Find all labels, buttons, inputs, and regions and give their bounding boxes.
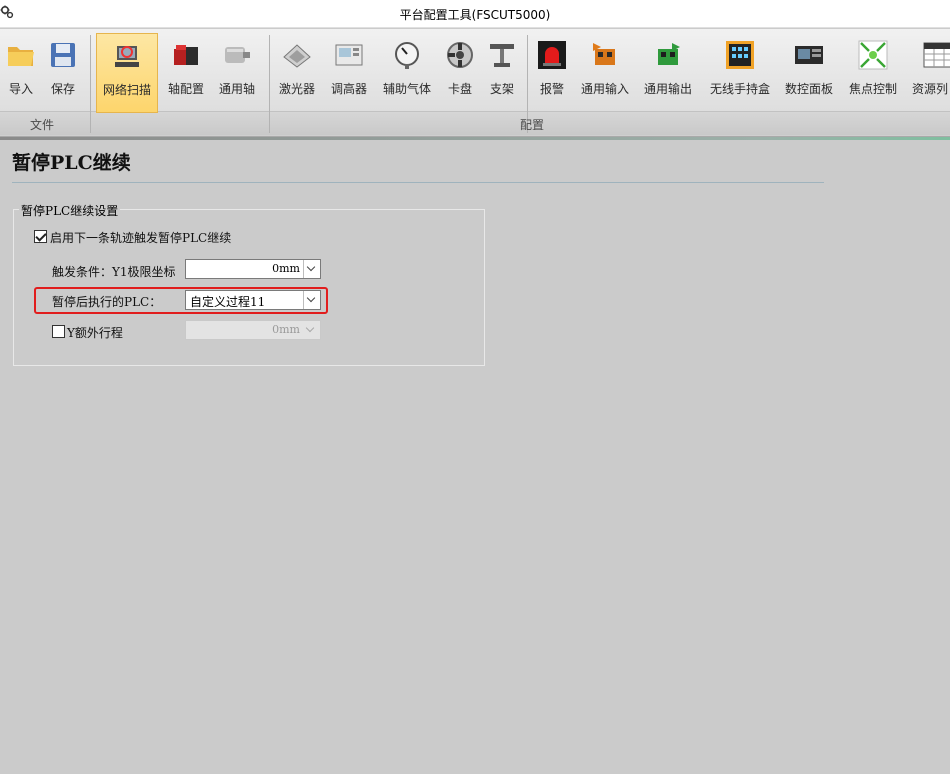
general-axis-button[interactable]: 通用轴 (215, 33, 259, 113)
trigger-condition-label: 触发条件：Y1极限坐标 (52, 265, 176, 279)
trigger-coordinate-value: 0mm (272, 262, 300, 275)
height-controller-icon (333, 39, 365, 71)
chevron-down-icon (303, 321, 320, 339)
enable-pause-continue-checkbox[interactable] (34, 230, 47, 243)
ribbon-group-file-label: 文件 (30, 118, 55, 132)
chuck-button[interactable]: 卡盘 (441, 33, 479, 113)
ribbon-toolbar: 导入 保存 网络扫描 轴配置 通用轴 激光器 调高器 辅助气体 卡盘 支架 报警… (0, 29, 950, 137)
trigger-coordinate-combo[interactable]: 0mm (185, 259, 321, 279)
plc-after-pause-select[interactable]: 自定义过程11 (185, 290, 321, 310)
wireless-handbox-button[interactable]: 无线手持盒 (705, 33, 775, 113)
support-icon (486, 39, 518, 71)
general-output-button[interactable]: 通用输出 (641, 33, 695, 113)
alarm-button[interactable]: 报警 (534, 33, 570, 113)
plc-after-pause-value: 自定义过程11 (190, 295, 266, 309)
group-separator (90, 35, 91, 133)
alarm-light-icon (536, 39, 568, 71)
axis-config-button[interactable]: 轴配置 (163, 33, 209, 113)
plc-after-pause-label: 暂停后执行的PLC： (52, 295, 162, 309)
resource-list-button[interactable]: 资源列 (908, 33, 950, 113)
focus-control-icon (857, 39, 889, 71)
laser-icon (281, 39, 313, 71)
input-terminal-icon (589, 39, 621, 71)
chuck-icon (444, 39, 476, 71)
ribbon-group-config-label: 配置 (520, 118, 545, 132)
focus-control-button[interactable]: 焦点控制 (845, 33, 901, 113)
cnc-panel-button[interactable]: 数控面板 (782, 33, 836, 113)
page-title: 暂停PLC继续 (12, 152, 131, 174)
save-button[interactable]: 保存 (44, 33, 82, 113)
title-divider (12, 182, 824, 183)
floppy-disk-icon (47, 39, 79, 71)
ribbon-accent-divider (0, 137, 950, 140)
motor-icon (221, 39, 253, 71)
height-controller-button[interactable]: 调高器 (326, 33, 372, 113)
import-button[interactable]: 导入 (2, 33, 40, 113)
general-input-button[interactable]: 通用输入 (578, 33, 632, 113)
resource-list-icon (922, 39, 950, 71)
assist-gas-button[interactable]: 辅助气体 (380, 33, 434, 113)
wireless-handbox-icon (724, 39, 756, 71)
cnc-panel-icon (793, 39, 825, 71)
output-terminal-icon (652, 39, 684, 71)
network-scan-button[interactable]: 网络扫描 (96, 33, 158, 113)
servo-motor-icon (170, 39, 202, 71)
window-title: 平台配置工具(FSCUT5000) (399, 8, 551, 22)
gauge-icon (391, 39, 423, 71)
chevron-down-icon[interactable] (303, 291, 320, 309)
y-extra-stroke-value: 0mm (272, 323, 300, 336)
chevron-down-icon[interactable] (303, 260, 320, 278)
groupbox-title: 暂停PLC继续设置 (19, 202, 121, 219)
title-bar: 平台配置工具(FSCUT5000) (0, 0, 950, 28)
laser-button[interactable]: 激光器 (275, 33, 319, 113)
y-extra-stroke-combo: 0mm (185, 320, 321, 340)
y-extra-stroke-label[interactable]: Y额外行程 (67, 324, 123, 341)
y-extra-stroke-checkbox[interactable] (52, 325, 65, 338)
group-separator (269, 35, 270, 133)
network-scan-icon (111, 40, 143, 72)
ribbon-group-band (0, 111, 950, 135)
folder-open-icon (5, 39, 37, 71)
support-button[interactable]: 支架 (484, 33, 520, 113)
enable-pause-continue-label[interactable]: 启用下一条轨迹触发暂停PLC继续 (50, 229, 231, 246)
